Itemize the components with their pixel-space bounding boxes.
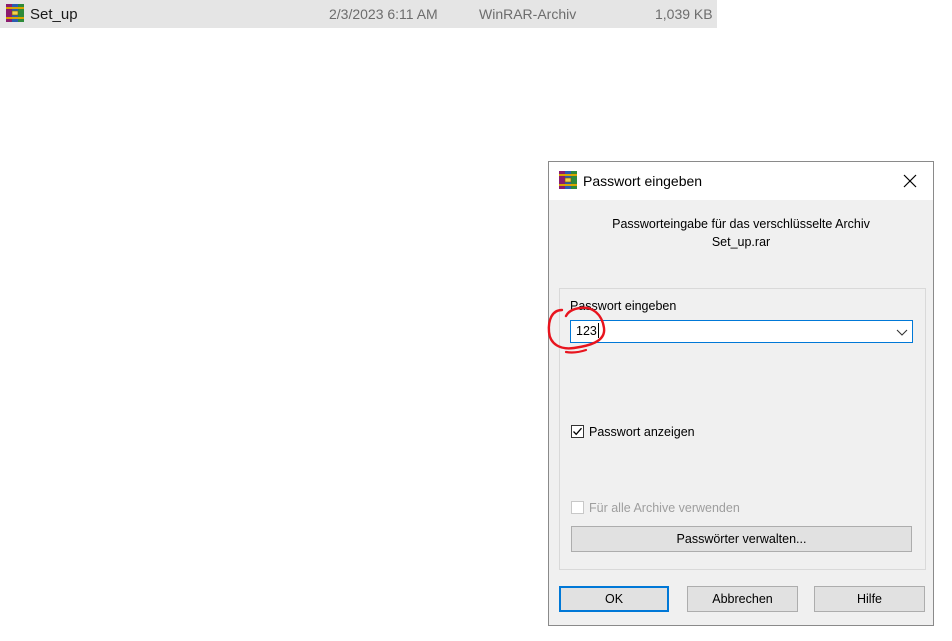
cancel-button[interactable]: Abbrechen <box>687 586 798 612</box>
red-annotation-circle <box>547 306 606 354</box>
password-dialog: Passwort eingeben Passworteingabe für da… <box>548 161 934 626</box>
checkmark-icon <box>573 427 582 436</box>
file-size: 1,039 KB <box>655 6 713 22</box>
chevron-down-icon[interactable] <box>896 326 908 338</box>
password-combobox[interactable]: 123 <box>570 320 913 343</box>
use-for-all-archives-checkbox <box>571 501 584 514</box>
ok-button[interactable]: OK <box>559 586 669 612</box>
use-for-all-archives-label: Für alle Archive verwenden <box>589 501 740 515</box>
file-row-set-up[interactable]: Set_up 2/3/2023 6:11 AM WinRAR-Archiv 1,… <box>0 0 717 28</box>
file-type: WinRAR-Archiv <box>479 6 577 22</box>
file-name: Set_up <box>30 6 78 23</box>
close-button[interactable] <box>887 162 933 200</box>
manage-passwords-button[interactable]: Passwörter verwalten... <box>571 526 912 552</box>
winrar-archive-icon <box>6 4 24 22</box>
dialog-title: Passwort eingeben <box>583 173 703 189</box>
dialog-archive-name: Set_up.rar <box>711 235 771 249</box>
file-date-modified: 2/3/2023 6:11 AM <box>329 6 438 22</box>
show-password-label[interactable]: Passwort anzeigen <box>589 425 695 439</box>
dialog-titlebar[interactable]: Passwort eingeben <box>549 162 933 200</box>
help-button[interactable]: Hilfe <box>814 586 925 612</box>
close-icon <box>903 174 917 188</box>
dialog-message-line1: Passworteingabe für das verschlüsselte A… <box>612 217 870 231</box>
winrar-app-icon <box>559 171 577 189</box>
show-password-checkbox[interactable] <box>571 425 584 438</box>
